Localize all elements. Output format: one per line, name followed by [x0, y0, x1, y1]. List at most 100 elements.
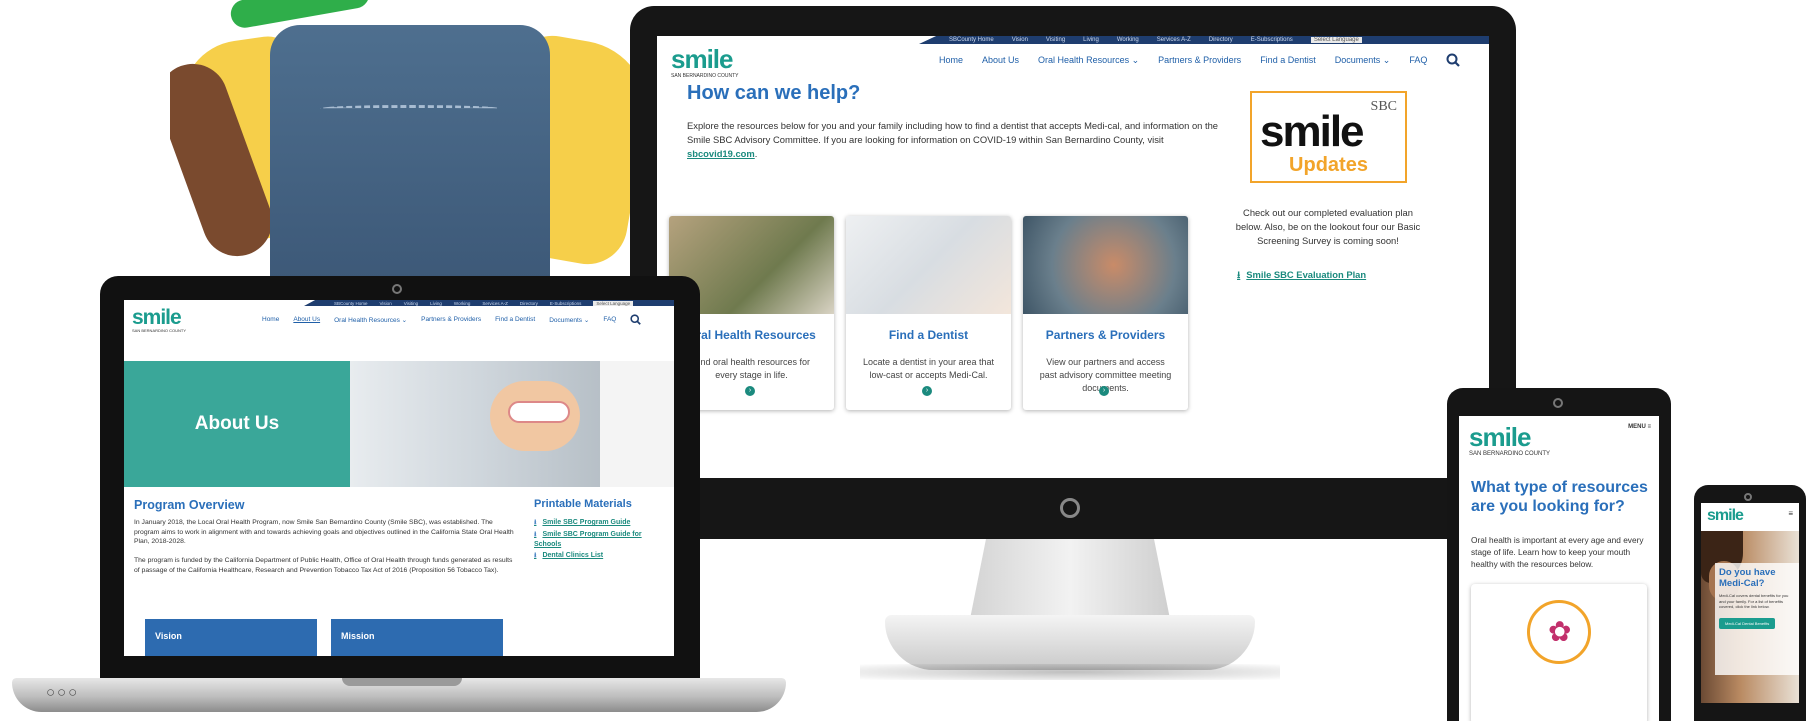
- mission-box[interactable]: Mission: [331, 619, 503, 656]
- child-photo: [170, 0, 640, 300]
- nav-about-us[interactable]: About Us: [982, 55, 1019, 65]
- webcam-icon: [1744, 493, 1752, 501]
- medi-cal-button[interactable]: Medi-Cal Dental Benefits: [1719, 617, 1776, 629]
- nav-faq[interactable]: FAQ: [1409, 55, 1427, 65]
- material-link-program-guide[interactable]: ⭳ Smile SBC Program Guide: [534, 518, 654, 528]
- nav-find-a-dentist[interactable]: Find a Dentist: [495, 316, 535, 323]
- material-link-dental-clinics[interactable]: ⭳ Dental Clinics List: [534, 551, 654, 561]
- download-icon: ⭳: [534, 552, 537, 559]
- util-link[interactable]: Working: [454, 301, 470, 306]
- nav-oral-health-resources[interactable]: Oral Health Resources ⌄: [334, 316, 407, 324]
- util-link[interactable]: Living: [430, 301, 442, 306]
- nav-home[interactable]: Home: [262, 316, 279, 323]
- util-link[interactable]: Services A-Z: [1157, 37, 1191, 43]
- laptop-notch: [342, 678, 462, 686]
- search-icon[interactable]: [1446, 53, 1461, 67]
- arrow-right-icon[interactable]: ›: [745, 386, 755, 396]
- phone: smile ≡ Do you have Medi-Cal? Medi-Cal c…: [1694, 485, 1806, 721]
- logo-text: smile: [132, 306, 182, 329]
- util-link[interactable]: Directory: [520, 301, 538, 306]
- hamburger-icon: ≡: [1647, 424, 1651, 430]
- logo-subtitle: SAN BERNARDINO COUNTY: [671, 73, 739, 79]
- hamburger-icon[interactable]: ≡: [1788, 509, 1793, 518]
- nav-partners-providers[interactable]: Partners & Providers: [1158, 55, 1241, 65]
- card-title: Find a Dentist: [888, 328, 969, 342]
- nav-oral-health-resources[interactable]: Oral Health Resources ⌄: [1038, 55, 1139, 66]
- util-link[interactable]: Working: [1117, 37, 1139, 43]
- logo-subtitle: SAN BERNARDINO COUNTY: [1469, 451, 1551, 457]
- program-paragraph-1: In January 2018, the Local Oral Health P…: [134, 519, 514, 545]
- tablet-screen: smile SAN BERNARDINO COUNTY MENU ≡ What …: [1459, 416, 1659, 721]
- util-link[interactable]: Directory: [1209, 37, 1233, 43]
- dental-model-image: [508, 401, 570, 423]
- nav-documents[interactable]: Documents ⌄: [549, 316, 589, 324]
- site-logo[interactable]: smile: [1707, 507, 1744, 525]
- updates-sbc: SBC: [1370, 99, 1397, 114]
- menu-button[interactable]: MENU ≡: [1628, 424, 1651, 430]
- desktop-screen: SBCounty Home Vision Visiting Living Wor…: [657, 36, 1489, 478]
- program-paragraph-2: The program is funded by the California …: [134, 557, 513, 574]
- search-icon[interactable]: [630, 314, 642, 325]
- download-icon: ⭳: [534, 519, 537, 526]
- card-partners-providers[interactable]: Partners & Providers View our partners a…: [1023, 216, 1188, 410]
- util-link[interactable]: Visiting: [404, 301, 418, 306]
- smile-updates-logo: SBC smile Updates: [1250, 91, 1407, 183]
- stroller-icon: ✿: [1527, 600, 1591, 664]
- nav-find-a-dentist[interactable]: Find a Dentist: [1260, 55, 1316, 65]
- util-link[interactable]: Living: [1083, 37, 1099, 43]
- language-select[interactable]: Select Language: [593, 300, 634, 306]
- card-photo: [1023, 216, 1188, 314]
- nav-about-us[interactable]: About Us: [293, 316, 320, 323]
- logo-text: smile: [1469, 422, 1531, 452]
- tablet: smile SAN BERNARDINO COUNTY MENU ≡ What …: [1447, 388, 1671, 721]
- card-title: Partners & Providers: [1045, 328, 1166, 342]
- laptop-nav: Home About Us Oral Health Resources ⌄ Pa…: [262, 314, 642, 325]
- util-link[interactable]: Services A-Z: [482, 301, 508, 306]
- monitor-stand: [970, 539, 1170, 619]
- util-link[interactable]: SBCounty Home: [334, 301, 368, 306]
- intro-text: Explore the resources below for you and …: [687, 120, 1219, 159]
- site-logo[interactable]: smile SAN BERNARDINO COUNTY: [1469, 422, 1550, 457]
- download-icon: ⭳: [1237, 269, 1241, 280]
- util-link[interactable]: Vision: [380, 301, 392, 306]
- webcam-icon: [1553, 398, 1563, 408]
- util-link[interactable]: E-Subscriptions: [1251, 37, 1293, 43]
- medi-cal-box: Do you have Medi-Cal? Medi-Cal covers de…: [1715, 563, 1799, 675]
- evaluation-plan-link[interactable]: ⭳ Smile SBC Evaluation Plan: [1237, 268, 1366, 284]
- arrow-right-icon[interactable]: ›: [1099, 386, 1109, 396]
- nav-documents[interactable]: Documents ⌄: [1335, 55, 1391, 66]
- phone-heading: Do you have Medi-Cal?: [1719, 567, 1776, 589]
- laptop-screen: SBCounty Home Vision Visiting Living Wor…: [124, 300, 674, 656]
- desktop-utility-bar: SBCounty Home Vision Visiting Living Wor…: [919, 36, 1489, 44]
- arrow-right-icon[interactable]: ›: [922, 386, 932, 396]
- nav-faq[interactable]: FAQ: [603, 316, 616, 323]
- util-link[interactable]: Vision: [1012, 37, 1028, 43]
- nav-home[interactable]: Home: [939, 55, 963, 65]
- updates-text: Check out our completed evaluation plan …: [1235, 207, 1421, 246]
- vision-box[interactable]: Vision: [145, 619, 317, 656]
- resource-card[interactable]: ✿: [1471, 584, 1647, 721]
- desktop-nav: Home About Us Oral Health Resources ⌄ Pa…: [939, 53, 1461, 67]
- tablet-text: Oral health is important at every age an…: [1471, 535, 1644, 569]
- phone-text: Medi-Cal covers dental benefits for you …: [1719, 593, 1789, 609]
- nav-partners-providers[interactable]: Partners & Providers: [421, 316, 481, 323]
- util-link[interactable]: E-Subscriptions: [550, 301, 582, 306]
- covid-link[interactable]: sbcovid19.com: [687, 148, 755, 159]
- site-logo[interactable]: smile SAN BERNARDINO COUNTY: [671, 44, 739, 79]
- laptop-base: ○○○: [12, 678, 786, 712]
- tablet-heading: What type of resources are you looking f…: [1471, 479, 1648, 515]
- phone-screen: smile ≡ Do you have Medi-Cal? Medi-Cal c…: [1701, 503, 1799, 703]
- material-link-guide-schools[interactable]: ⭳ Smile SBC Program Guide for Schools: [534, 530, 654, 549]
- updates-word: Updates: [1289, 154, 1368, 176]
- card-find-a-dentist[interactable]: Find a Dentist Locate a dentist in your …: [846, 216, 1011, 410]
- about-photo: [350, 361, 674, 487]
- laptop-utility-bar: SBCounty Home Vision Visiting Living Wor…: [304, 300, 674, 306]
- language-select[interactable]: Select Language: [1310, 37, 1362, 43]
- updates-smile: smile: [1260, 107, 1365, 156]
- util-link[interactable]: Visiting: [1046, 37, 1065, 43]
- about-banner-title: About Us: [194, 413, 280, 434]
- chevron-down-icon: ⌄: [1382, 54, 1391, 65]
- util-link[interactable]: SBCounty Home: [949, 37, 994, 43]
- desktop-monitor: SBCounty Home Vision Visiting Living Wor…: [630, 6, 1516, 539]
- site-logo[interactable]: smile SAN BERNARDINO COUNTY: [132, 306, 186, 333]
